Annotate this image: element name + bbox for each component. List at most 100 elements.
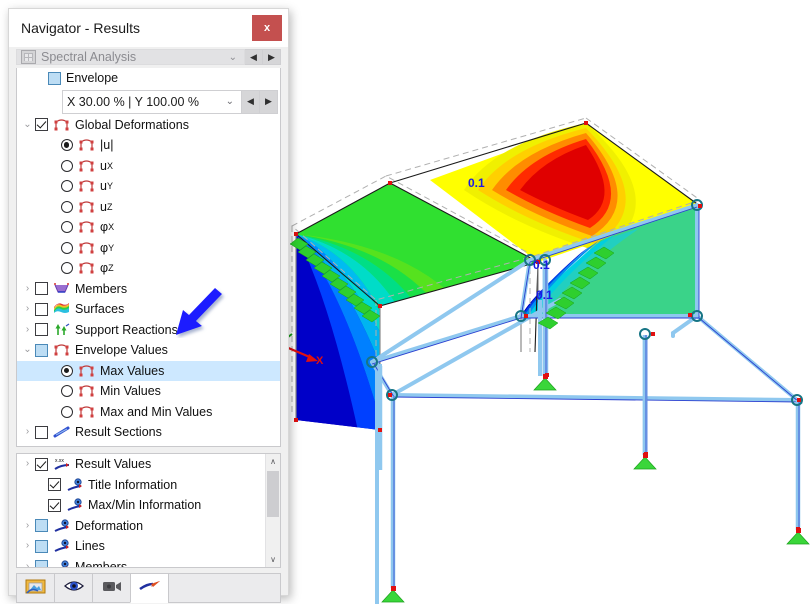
tree-row-label: |u| [100, 138, 114, 152]
tree-row-label: Max Values [100, 363, 165, 378]
checkbox[interactable] [35, 519, 48, 533]
tree-row-label: Max and Min Values [100, 404, 213, 419]
analysis-combo[interactable]: Spectral Analysis ⌄ [16, 49, 245, 65]
radio-button[interactable] [61, 241, 73, 254]
navigator-tabbar[interactable] [16, 573, 281, 603]
radio-button[interactable] [61, 262, 73, 275]
tree-row[interactable]: › Result Sections [17, 422, 280, 443]
navigator-results-dialog[interactable]: Navigator - Results x Spectral Analysis … [8, 8, 289, 603]
tree-row[interactable]: › Deformation [17, 516, 265, 537]
expand-toggle-icon[interactable]: ⌄ [20, 119, 35, 130]
results-tab[interactable] [130, 573, 168, 603]
checkbox[interactable] [35, 425, 48, 439]
checkbox[interactable] [35, 457, 48, 471]
checkbox[interactable] [48, 71, 61, 85]
envelope-next-button[interactable]: ▶ [260, 89, 278, 114]
tree-row[interactable]: › Lines [17, 536, 265, 557]
radio-button[interactable] [61, 221, 73, 234]
envelope-prev-button[interactable]: ◀ [242, 89, 260, 114]
tree-row[interactable]: ⌄ Envelope Values [17, 340, 280, 361]
tree-row[interactable]: φZ [17, 258, 280, 279]
tree-row[interactable]: uX [17, 156, 280, 177]
expand-toggle-icon[interactable]: › [20, 459, 35, 469]
chevron-down-icon[interactable]: ⌄ [226, 96, 234, 107]
deformation-icon [78, 200, 95, 214]
close-icon[interactable]: x [252, 15, 282, 41]
tree-row[interactable]: Min Values [17, 381, 280, 402]
scrollbar-thumb[interactable] [267, 471, 279, 517]
tree-row-subscript: Y [106, 181, 113, 192]
result-sections-icon [53, 425, 70, 439]
chevron-down-icon[interactable]: ⌄ [229, 52, 237, 63]
radio-button[interactable] [61, 159, 73, 172]
analysis-next-button[interactable]: ▶ [263, 49, 281, 65]
tree-row[interactable]: ⌄ Global Deformations [17, 115, 280, 136]
expand-toggle-icon[interactable]: › [20, 520, 35, 531]
scroll-up-icon[interactable]: ∧ [266, 454, 280, 469]
display-tab[interactable] [54, 573, 92, 603]
checkbox[interactable] [35, 343, 48, 357]
tree-row-label: u [100, 158, 107, 173]
surfaces-icon [53, 302, 70, 316]
deformation-icon [78, 364, 95, 378]
results-arrow-icon [138, 579, 162, 598]
radio-button[interactable] [61, 200, 73, 213]
tree-row-label: Envelope Values [75, 343, 168, 357]
tree-row[interactable]: |u| [17, 135, 280, 156]
radio-button[interactable] [61, 139, 73, 152]
checkbox[interactable] [35, 118, 48, 132]
radio-button[interactable] [61, 180, 73, 193]
checkbox[interactable] [35, 323, 48, 337]
deformation-icon [78, 138, 95, 152]
scrollbar-track[interactable] [266, 469, 280, 552]
tree-row[interactable]: φY [17, 238, 280, 259]
tree-row[interactable]: Envelope [17, 68, 280, 89]
analysis-combo-row[interactable]: Spectral Analysis ⌄ ◀ ▶ [16, 49, 281, 65]
tree-row-label: Lines [75, 539, 105, 553]
tree-row[interactable]: › Support Reactions [17, 320, 280, 341]
expand-toggle-icon[interactable]: › [20, 304, 35, 314]
radio-button[interactable] [61, 385, 73, 398]
checkbox[interactable] [35, 560, 48, 567]
tree-row[interactable]: Max and Min Values [17, 402, 280, 423]
tree-row[interactable]: › Surfaces [17, 299, 280, 320]
tree-row[interactable]: φX [17, 217, 280, 238]
tree-row-label: Surfaces [75, 302, 125, 316]
project-image-tab[interactable] [16, 573, 54, 603]
analysis-prev-button[interactable]: ◀ [245, 49, 263, 65]
expand-toggle-icon[interactable]: ⌄ [20, 345, 35, 355]
tree-row[interactable]: Max/Min Information [17, 495, 265, 516]
tree-row[interactable]: Title Information [17, 475, 265, 496]
radio-button[interactable] [61, 364, 73, 377]
tree-row[interactable]: Max Values [17, 360, 280, 381]
envelope-factors-combo-row[interactable]: X 30.00 % | Y 100.00 % ⌄ ◀ ▶ [62, 89, 278, 114]
checkbox[interactable] [48, 478, 61, 492]
display-tree-scrollbar[interactable]: ∧ ∨ [265, 454, 280, 567]
camera-tab[interactable] [92, 573, 130, 603]
scroll-down-icon[interactable]: ∨ [266, 552, 280, 567]
checkbox[interactable] [35, 539, 48, 553]
info-icon [53, 519, 70, 533]
tree-row[interactable]: uY [17, 176, 280, 197]
envelope-factors-combo[interactable]: X 30.00 % | Y 100.00 % ⌄ [62, 89, 242, 114]
results-tree[interactable]: Envelope X 30.00 % | Y 100.00 % ⌄ ◀ ▶ ⌄ Global… [16, 68, 281, 447]
expand-toggle-icon[interactable]: › [20, 427, 35, 437]
checkbox[interactable] [35, 282, 48, 296]
checkbox[interactable] [35, 302, 48, 316]
expand-toggle-icon[interactable]: › [20, 561, 35, 567]
tree-row[interactable]: uZ [17, 197, 280, 218]
tree-row-label: Min Values [100, 384, 161, 398]
tree-row[interactable]: ›xxValues on Surfaces [17, 443, 280, 447]
checkbox[interactable] [48, 498, 61, 512]
expand-toggle-icon[interactable]: › [20, 324, 35, 335]
display-options-tree[interactable]: › x.xx Result Values Title Information Max/M… [16, 453, 281, 568]
tree-row-subscript: Z [108, 263, 114, 274]
checkbox[interactable] [35, 446, 48, 447]
radio-button[interactable] [61, 405, 73, 418]
tree-row[interactable]: › x.xx Result Values [17, 454, 265, 475]
expand-toggle-icon[interactable]: › [20, 541, 35, 551]
deformation-icon [53, 343, 70, 357]
tree-row[interactable]: › Members [17, 557, 265, 567]
expand-toggle-icon[interactable]: › [20, 283, 35, 294]
tree-row[interactable]: › Members [17, 279, 280, 300]
